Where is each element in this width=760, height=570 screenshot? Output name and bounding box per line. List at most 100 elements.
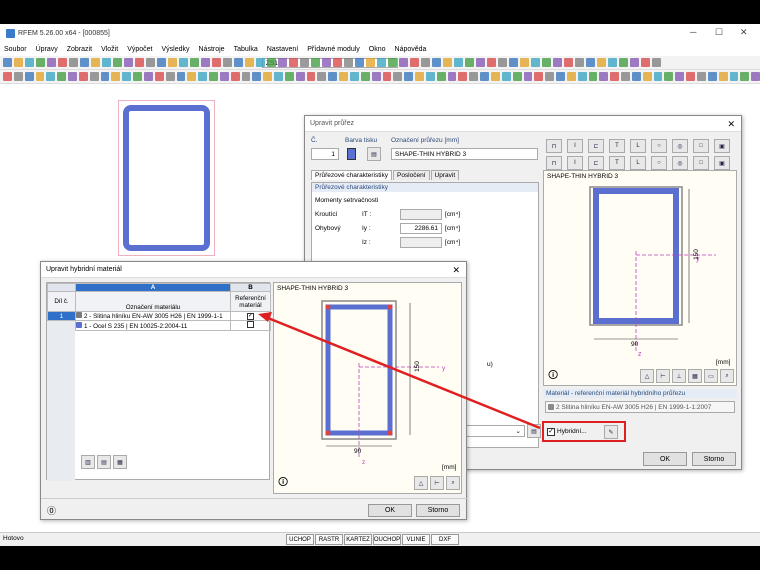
toolbar-button-icon[interactable] — [113, 58, 122, 67]
toolbar-button-icon[interactable] — [230, 72, 240, 81]
toolbar-button-icon[interactable] — [241, 72, 251, 81]
toolbar-button-icon[interactable] — [388, 58, 397, 67]
toolbar-button-icon[interactable] — [355, 58, 364, 67]
close-icon[interactable]: ✕ — [727, 119, 735, 130]
toolbar-button-icon[interactable] — [707, 72, 717, 81]
display-options-icon[interactable]: △ — [414, 476, 428, 490]
toolbar-button-icon[interactable] — [274, 72, 283, 81]
toolbar-button-icon[interactable] — [686, 72, 695, 81]
toolbar-button-icon[interactable] — [47, 58, 56, 67]
toolbar-button-icon[interactable] — [143, 72, 153, 81]
info-icon[interactable]: 🛈 — [548, 368, 558, 385]
toolbar-button-icon[interactable] — [729, 72, 739, 81]
shape-type-icon[interactable]: T — [609, 139, 625, 153]
toolbar-button-icon[interactable] — [410, 58, 419, 67]
toolbar-button-icon[interactable] — [78, 72, 88, 81]
help-icon[interactable]: ⓪ — [47, 504, 56, 517]
menu-item-11[interactable]: Nápověda — [395, 46, 427, 53]
tab-1[interactable]: Posločení — [392, 170, 430, 180]
toolbar-button-icon[interactable] — [588, 72, 598, 81]
toolbar-button-icon[interactable] — [102, 58, 111, 67]
status-toggle-kartez[interactable]: KARTEZ — [344, 534, 372, 545]
toolbar-button-icon[interactable] — [382, 72, 392, 81]
material-library-icon[interactable]: ▤ — [527, 424, 541, 438]
toolbar-button-icon[interactable] — [245, 58, 254, 67]
toolbar-button-icon[interactable] — [190, 58, 199, 67]
toolbar-button-icon[interactable] — [201, 58, 210, 67]
toolbar-button-icon[interactable] — [223, 58, 232, 67]
toolbar-button-icon[interactable] — [267, 58, 276, 67]
toolbar-button-icon[interactable] — [630, 58, 639, 67]
close-icon[interactable]: ✕ — [452, 265, 460, 276]
reference-cell[interactable]: ✓ — [230, 311, 271, 321]
toolbar-button-icon[interactable] — [399, 58, 408, 67]
toolbar-button-icon[interactable] — [608, 58, 617, 67]
import-icon[interactable]: ▥ — [81, 455, 95, 469]
toolbar-button-icon[interactable] — [377, 58, 386, 67]
toolbar-button-icon[interactable] — [311, 58, 320, 67]
minimize-icon[interactable]: ─ — [690, 27, 696, 37]
toolbar-button-icon[interactable] — [122, 72, 132, 81]
toolbar-button-icon[interactable] — [751, 72, 760, 81]
shape-type-icon[interactable]: I — [567, 156, 583, 170]
toolbar-button-icon[interactable] — [586, 58, 595, 67]
toolbar-button-icon[interactable] — [697, 72, 706, 81]
zoom-icon[interactable]: ⌕ — [720, 369, 734, 383]
close-icon[interactable]: ✕ — [740, 27, 748, 38]
shape-type-icon[interactable]: ○ — [651, 139, 667, 153]
toolbar-button-icon[interactable] — [415, 72, 424, 81]
toolbar-button-icon[interactable] — [135, 58, 144, 67]
tab-2[interactable]: Upravit — [430, 170, 460, 180]
shape-type-icon[interactable]: T — [609, 156, 625, 170]
status-toggle-vlinie[interactable]: VLINIE — [402, 534, 430, 545]
toolbar-button-icon[interactable] — [465, 58, 474, 67]
toolbar-button-icon[interactable] — [212, 58, 221, 67]
zoom-icon[interactable]: ⌕ — [446, 476, 460, 490]
display-options-icon[interactable]: △ — [640, 369, 654, 383]
toolbar-button-icon[interactable] — [89, 72, 99, 81]
toolbar-button-icon[interactable] — [371, 72, 381, 81]
status-toggle-uchop[interactable]: UCHOP — [286, 534, 314, 545]
toolbar-button-icon[interactable] — [641, 58, 650, 67]
toolbar-button-icon[interactable] — [322, 58, 331, 67]
export-icon[interactable]: ▤ — [97, 455, 111, 469]
toolbar-button-icon[interactable] — [621, 72, 630, 81]
toolbar-button-icon[interactable] — [487, 58, 496, 67]
toolbar-button-icon[interactable] — [295, 72, 305, 81]
toolbar-button-icon[interactable] — [404, 72, 414, 81]
table-options-icon[interactable]: ▦ — [113, 455, 127, 469]
toolbar-button-icon[interactable] — [100, 72, 110, 81]
section-no-field[interactable]: 1 — [311, 148, 339, 160]
toolbar-button-icon[interactable] — [198, 72, 208, 81]
shape-type-icon[interactable]: □ — [693, 156, 709, 170]
toolbar-button-icon[interactable] — [14, 58, 23, 67]
toolbar-button-icon[interactable] — [157, 58, 166, 67]
shape-type-icon[interactable]: ⊏ — [588, 139, 604, 153]
toolbar-button-icon[interactable] — [740, 72, 750, 81]
menu-item-4[interactable]: Výpočet — [127, 46, 152, 53]
toolbar-button-icon[interactable] — [168, 58, 177, 67]
toolbar-button-icon[interactable] — [3, 72, 12, 81]
toolbar-button-icon[interactable] — [209, 72, 218, 81]
table-row[interactable]: 1 2 - Slitina hliníku EN-AW 3005 H26 | E… — [47, 311, 271, 321]
status-toggle-rastr[interactable]: RASTR — [315, 534, 343, 545]
toolbar-button-icon[interactable] — [360, 72, 370, 81]
toolbar-button-icon[interactable] — [263, 72, 273, 81]
status-toggle-dxf[interactable]: DXF — [431, 534, 459, 545]
toolbar-button-icon[interactable] — [13, 72, 23, 81]
toolbar-button-icon[interactable] — [339, 72, 348, 81]
library-icon[interactable]: ▤ — [367, 147, 381, 161]
grid-icon[interactable]: ▦ — [688, 369, 702, 383]
toolbar-button-icon[interactable] — [256, 58, 265, 67]
toolbar-button-icon[interactable] — [300, 58, 309, 67]
toolbar-button-icon[interactable] — [501, 72, 511, 81]
cancel-button[interactable]: Storno — [692, 452, 736, 466]
cancel-button[interactable]: Storno — [416, 504, 460, 517]
toolbar-button-icon[interactable] — [436, 72, 446, 81]
dimension-icon[interactable]: ⊢ — [430, 476, 444, 490]
toolbar-button-icon[interactable] — [610, 72, 620, 81]
table-row[interactable]: 2 1 - Ocel S 235 | EN 10025-2:2004-11 — [47, 320, 271, 331]
reference-checkbox[interactable] — [247, 321, 254, 328]
reference-checkbox[interactable]: ✓ — [247, 313, 254, 320]
toolbar-button-icon[interactable] — [333, 58, 342, 67]
